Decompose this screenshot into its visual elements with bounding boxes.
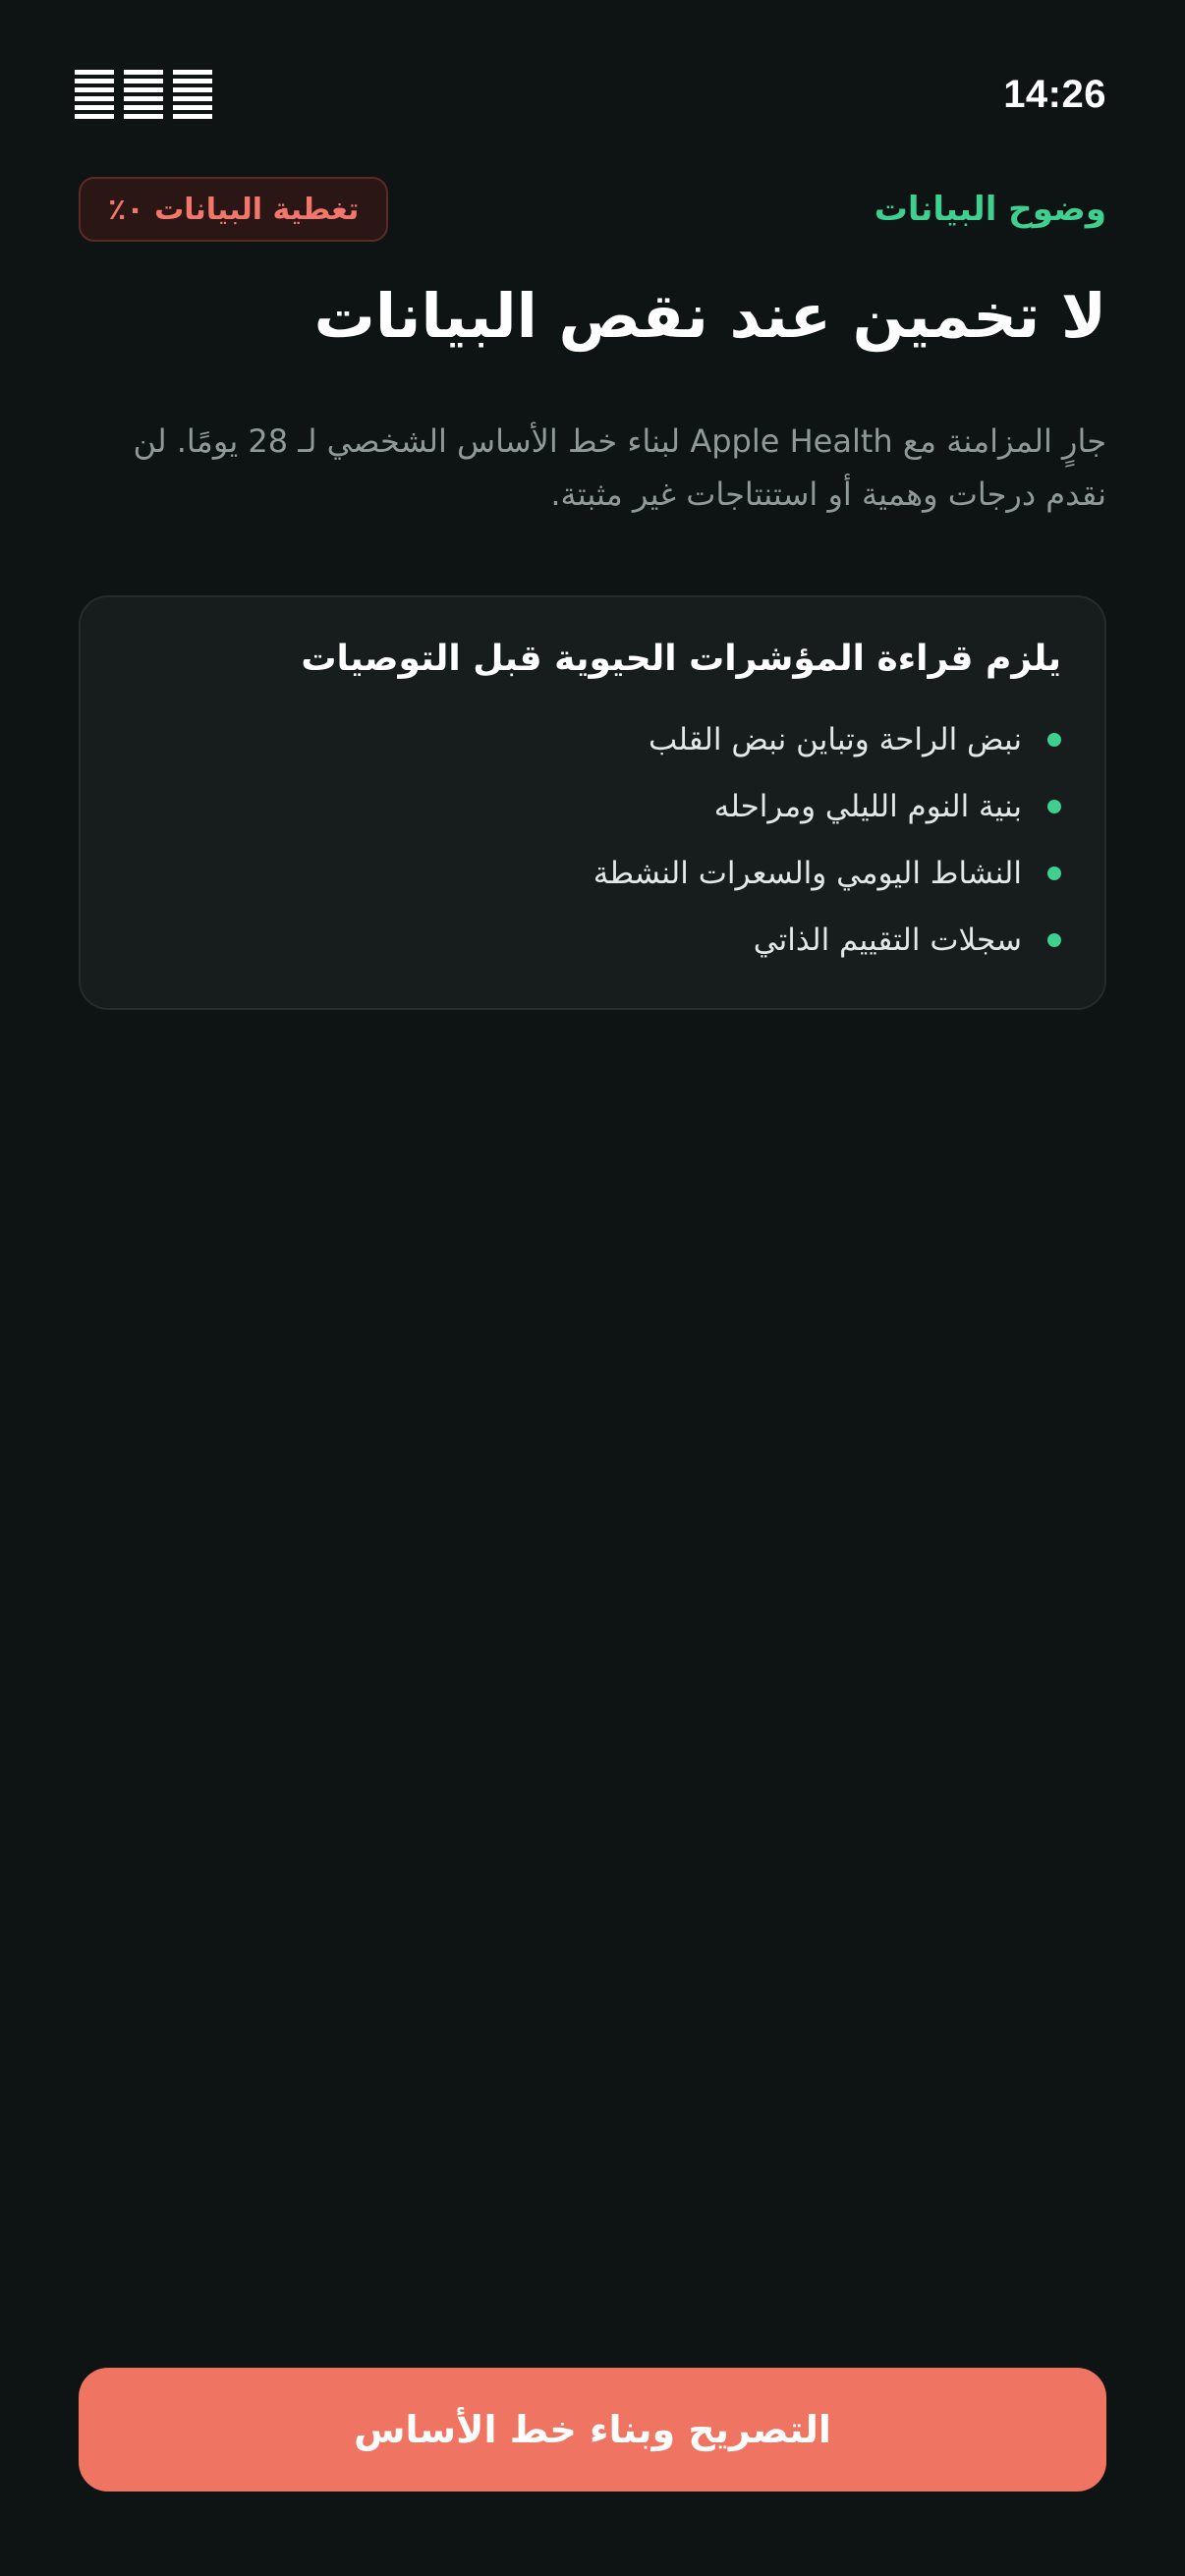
signal-icon: [75, 70, 114, 119]
header-row: وضوح البيانات تغطية البيانات ٠٪: [79, 175, 1106, 244]
list-item: بنية النوم الليلي ومراحله: [124, 773, 1061, 840]
bullet-dot-icon: [1047, 800, 1061, 813]
bullet-dot-icon: [1047, 733, 1061, 747]
coverage-badge: تغطية البيانات ٠٪: [79, 177, 389, 242]
authorize-build-baseline-button[interactable]: التصريح وبناء خط الأساس: [79, 2368, 1106, 2492]
wifi-icon: [124, 70, 163, 119]
list-item-label: بنية النوم الليلي ومراحله: [713, 789, 1022, 824]
section-label: وضوح البيانات: [874, 190, 1106, 229]
page-description: جارٍ المزامنة مع Apple Health لبناء خط ا…: [133, 422, 1106, 513]
battery-icon: [173, 70, 212, 119]
status-time: 14:26: [1003, 72, 1106, 116]
status-bar: 14:26: [75, 61, 1106, 128]
requirements-card: يلزم قراءة المؤشرات الحيوية قبل التوصيات…: [79, 595, 1106, 1010]
status-icons: [75, 70, 212, 119]
bullet-dot-icon: [1047, 933, 1061, 947]
list-item: النشاط اليومي والسعرات النشطة: [124, 840, 1061, 907]
card-title: يلزم قراءة المؤشرات الحيوية قبل التوصيات: [301, 639, 1061, 679]
list-item-label: سجلات التقييم الذاتي: [753, 923, 1022, 958]
requirements-list: نبض الراحة وتباين نبض القلب بنية النوم ا…: [124, 706, 1061, 974]
page-title: لا تخمين عند نقص البيانات: [313, 280, 1106, 352]
list-item: سجلات التقييم الذاتي: [124, 907, 1061, 974]
list-item-label: النشاط اليومي والسعرات النشطة: [592, 856, 1022, 891]
bullet-dot-icon: [1047, 867, 1061, 880]
list-item-label: نبض الراحة وتباين نبض القلب: [649, 722, 1022, 757]
list-item: نبض الراحة وتباين نبض القلب: [124, 706, 1061, 773]
